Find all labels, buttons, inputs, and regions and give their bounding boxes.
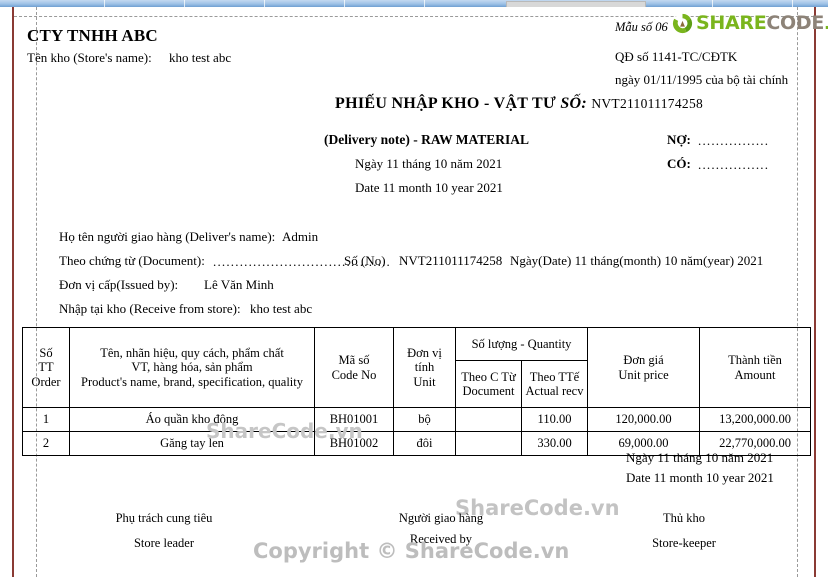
store-name-label: Tên kho (Store's name): — [27, 50, 152, 65]
header-qty-actual: Theo TTế Actual recv — [521, 360, 588, 408]
decision-date: ngày 01/11/1995 của bộ tài chính — [615, 72, 789, 87]
header-code-l2: Code No — [331, 367, 377, 382]
header-order-l3: Order — [31, 374, 61, 389]
title-date-vi: Ngày 11 tháng 10 năm 2021 — [355, 156, 503, 171]
header-qty-act-l1: Theo TTế — [529, 369, 580, 384]
debit-label: NỢ: — [667, 132, 691, 147]
deliverer-value: Admin — [282, 229, 319, 244]
header-unit: Đơn vị tính Unit — [393, 327, 456, 408]
credit-label: CÓ: — [667, 156, 691, 171]
header-qty-act-l2: Actual recv — [525, 384, 584, 398]
signature-title-received-by: Người giao hàng — [398, 511, 484, 525]
title-date-en: Date 11 month 10 year 2021 — [355, 180, 503, 195]
table-row: 1 Áo quần kho đông BH01001 bộ 110.00 120… — [22, 407, 811, 432]
logo-text-code: CODE — [766, 12, 825, 34]
header-product-l1: Tên, nhãn hiệu, quy cách, phẩm chất — [100, 345, 284, 360]
document-title: PHIẾU NHẬP KHO - VẬT TƯ SỐ: NVT211011174… — [335, 95, 703, 113]
header-amount: Thành tiền Amount — [699, 327, 811, 408]
decision-number: QĐ số 1141-TC/CĐTK — [615, 49, 738, 64]
credit-value: ................ — [698, 157, 770, 172]
document-title-main: PHIẾU NHẬP KHO - VẬT TƯ — [335, 95, 561, 112]
cell-amount: 13,200,000.00 — [699, 407, 811, 432]
header-qty-document: Theo C Từ Document — [455, 360, 522, 408]
header-product: Tên, nhãn hiệu, quy cách, phẩm chất VT, … — [69, 327, 315, 408]
signature-subtitle-store-keeper: Store-keeper — [652, 536, 716, 550]
debit-value: ................ — [698, 133, 770, 148]
header-unit-l1: Đơn vị — [407, 345, 442, 360]
company-name: CTY TNHH ABC — [27, 26, 158, 45]
signature-subtitle-received-by: Received by — [409, 532, 473, 546]
cell-qty-document — [455, 407, 522, 432]
header-price-l2: Unit price — [618, 367, 669, 382]
cell-code: BH01002 — [314, 431, 394, 456]
print-preview-ruler — [0, 0, 828, 8]
items-table: Số TT Order Tên, nhãn hiệu, quy cách, ph… — [22, 327, 811, 456]
document-title-so-label: SỐ: — [560, 95, 587, 112]
cell-order: 1 — [22, 407, 70, 432]
header-product-l2: VT, hàng hóa, sản phẩm — [131, 360, 253, 375]
document-subtitle: (Delivery note) - RAW MATERIAL — [324, 132, 529, 147]
header-qty-doc-l2: Document — [462, 384, 515, 398]
header-price-l1: Đơn giá — [623, 353, 664, 367]
header-product-l3: Product's name, brand, specification, qu… — [81, 374, 303, 389]
cell-unit-price: 120,000.00 — [587, 407, 700, 432]
store-name-value: kho test abc — [169, 50, 232, 65]
receive-store-value: kho test abc — [250, 301, 313, 316]
issued-by-label: Đơn vị cấp(Issued by): — [59, 277, 179, 292]
document-title-number: NVT211011174258 — [591, 96, 704, 111]
header-quantity: Số lượng - Quantity — [455, 327, 588, 361]
signature-subtitle-store-leader: Store leader — [133, 536, 195, 550]
print-preview-screen: CTY TNHH ABC Tên kho (Store's name): kho… — [0, 0, 828, 577]
header-code: Mã số Code No — [314, 327, 394, 408]
header-order-l2: TT — [38, 360, 54, 375]
cell-product: Găng tay len — [69, 431, 315, 456]
cell-product: Áo quần kho đông — [69, 407, 315, 432]
document-date: Ngày(Date) 11 tháng(month) 10 năm(year) … — [510, 253, 764, 268]
cell-order: 2 — [22, 431, 70, 456]
document-no-label: Số (No) — [344, 253, 386, 268]
cell-unit: đôi — [393, 431, 456, 456]
logo-text-tld: .vn — [824, 14, 828, 33]
header-unit-l2: tính — [414, 360, 435, 375]
cell-qty-actual: 330.00 — [521, 431, 588, 456]
signature-title-store-leader: Phụ trách cung tiêu — [115, 511, 213, 525]
header-qty-doc-l1: Theo C Từ — [461, 369, 516, 384]
deliverer-label: Họ tên người giao hàng (Deliver's name): — [59, 229, 276, 244]
header-amount-l2: Amount — [734, 367, 776, 382]
table-header-row-1: Số TT Order Tên, nhãn hiệu, quy cách, ph… — [22, 327, 811, 408]
document-content: CTY TNHH ABC Tên kho (Store's name): kho… — [14, 7, 828, 577]
document-no-value: NVT211011174258 — [399, 253, 503, 268]
issued-by-value: Lê Văn Minh — [204, 277, 274, 292]
sharecode-logo: SHARECODE.vn — [672, 13, 828, 34]
header-code-l1: Mã số — [338, 353, 370, 367]
header-amount-l1: Thành tiền — [728, 353, 782, 367]
signature-title-store-keeper: Thủ kho — [662, 511, 705, 525]
logo-text-share: SHARE — [696, 12, 767, 34]
header-unit-l3: Unit — [413, 374, 436, 389]
cell-code: BH01001 — [314, 407, 394, 432]
recycle-logo-icon — [672, 13, 693, 34]
document-ref-label: Theo chứng từ (Document): — [59, 253, 205, 268]
form-code: Mẫu số 06 — [615, 20, 668, 34]
header-unit-price: Đơn giá Unit price — [587, 327, 700, 408]
document-page: CTY TNHH ABC Tên kho (Store's name): kho… — [12, 7, 828, 577]
footer-date-vi: Ngày 11 tháng 10 năm 2021 — [626, 450, 774, 465]
cell-qty-document — [455, 431, 522, 456]
header-order: Số TT Order — [22, 327, 70, 408]
cell-unit: bộ — [393, 407, 456, 432]
footer-date-en: Date 11 month 10 year 2021 — [626, 470, 774, 485]
receive-store-label: Nhập tại kho (Receive from store): — [59, 301, 241, 316]
header-order-l1: Số — [39, 345, 53, 360]
cell-qty-actual: 110.00 — [521, 407, 588, 432]
